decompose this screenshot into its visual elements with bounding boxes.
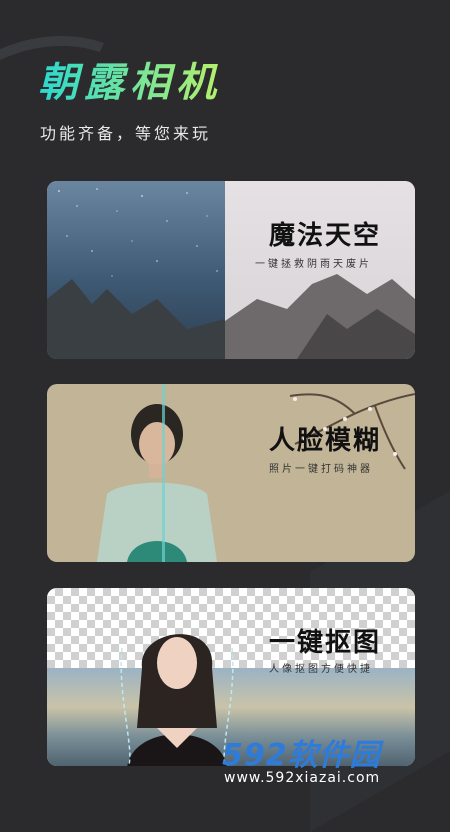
mountains-image [47, 274, 415, 359]
feature-description: 照片一键打码神器 [269, 464, 373, 475]
app-title: 朝露相机 [38, 50, 222, 108]
feature-description: 一键拯救阴雨天废片 [255, 259, 372, 270]
feature-card-face-blur[interactable]: 人脸模糊 照片一键打码神器 [47, 384, 415, 562]
compare-divider[interactable] [162, 384, 165, 562]
app-subtitle: 功能齐备，等您来玩 [40, 124, 212, 143]
feature-description: 人像抠图方便快捷 [269, 664, 373, 675]
feature-title: 一键抠图 [269, 628, 382, 658]
watermark-brand: 592软件园 [222, 738, 381, 773]
feature-card-magic-sky[interactable]: 魔法天空 一键拯救阴雨天废片 [47, 181, 415, 359]
girl-portrait-image [120, 634, 234, 766]
feature-title: 魔法天空 [269, 221, 382, 251]
feature-title: 人脸模糊 [269, 426, 382, 456]
woman-portrait-image [97, 404, 217, 562]
watermark-url: www.592xiazai.com [224, 770, 381, 786]
